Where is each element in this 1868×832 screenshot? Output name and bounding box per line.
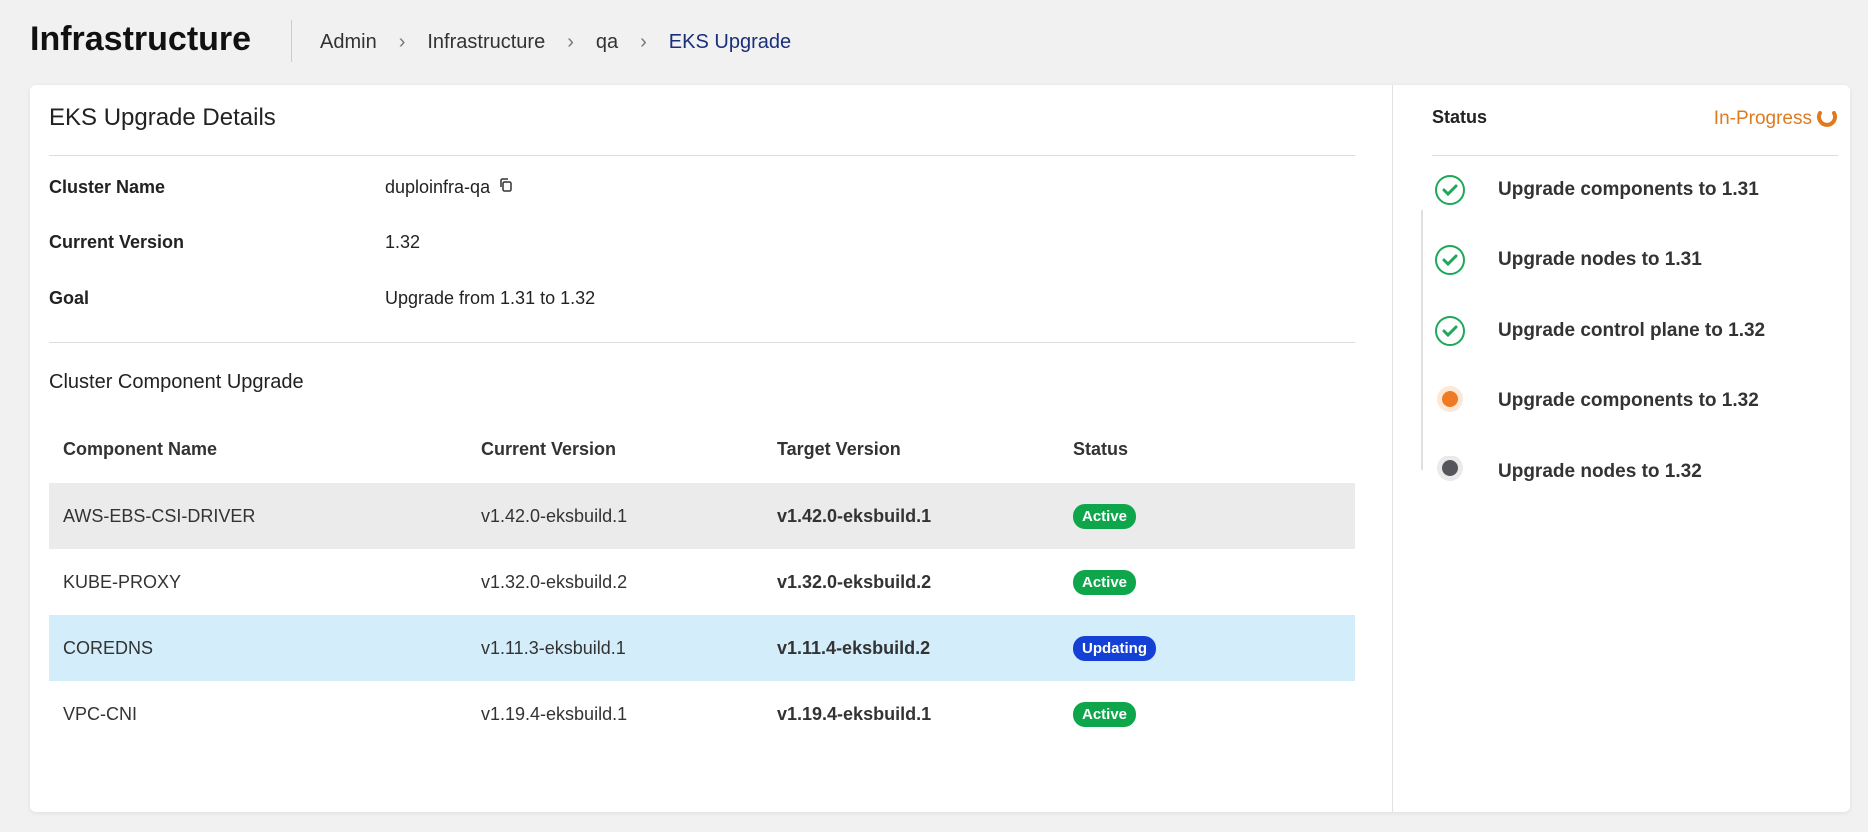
- component-name: VPC-CNI: [49, 681, 467, 747]
- components-table: Component Name Current Version Target Ve…: [49, 415, 1355, 747]
- current-dot-icon: [1432, 383, 1468, 419]
- status-text: In-Progress: [1714, 108, 1812, 130]
- divider: [49, 342, 1355, 343]
- details-title: EKS Upgrade Details: [49, 104, 276, 132]
- step-item: Upgrade nodes to 1.31: [1432, 242, 1702, 278]
- pending-dot-icon: [1432, 454, 1468, 490]
- component-name: AWS-EBS-CSI-DRIVER: [49, 483, 467, 549]
- component-name: KUBE-PROXY: [49, 549, 467, 615]
- breadcrumb-qa[interactable]: qa: [596, 31, 618, 54]
- status-value: In-Progress: [1714, 105, 1838, 133]
- step-item: Upgrade components to 1.32: [1432, 383, 1759, 419]
- col-status: Status: [1059, 415, 1355, 483]
- target-version: v1.19.4-eksbuild.1: [763, 681, 1059, 747]
- breadcrumb: Admin › Infrastructure › qa › EKS Upgrade: [320, 31, 813, 54]
- status-badge: Active: [1073, 570, 1136, 595]
- status-label: Status: [1432, 107, 1487, 128]
- breadcrumb-admin[interactable]: Admin: [320, 31, 377, 54]
- table-row[interactable]: COREDNS v1.11.3-eksbuild.1 v1.11.4-eksbu…: [49, 615, 1355, 681]
- header-divider: [291, 20, 292, 62]
- current-version: v1.32.0-eksbuild.2: [467, 549, 763, 615]
- target-version: v1.42.0-eksbuild.1: [763, 483, 1059, 549]
- check-circle-icon: [1432, 242, 1468, 278]
- current-version-value: 1.32: [385, 232, 420, 253]
- table-row[interactable]: VPC-CNI v1.19.4-eksbuild.1 v1.19.4-eksbu…: [49, 681, 1355, 747]
- status-badge: Active: [1073, 702, 1136, 727]
- step-item: Upgrade control plane to 1.32: [1432, 313, 1765, 349]
- check-circle-icon: [1432, 172, 1468, 208]
- step-label: Upgrade control plane to 1.32: [1498, 320, 1765, 342]
- step-item: Upgrade nodes to 1.32: [1432, 454, 1702, 490]
- goal-label: Goal: [49, 288, 89, 309]
- spinner-icon: [1816, 105, 1838, 133]
- status-badge: Updating: [1073, 636, 1156, 661]
- step-label: Upgrade components to 1.32: [1498, 390, 1759, 412]
- col-component-name: Component Name: [49, 415, 467, 483]
- step-label: Upgrade nodes to 1.32: [1498, 461, 1702, 483]
- components-title: Cluster Component Upgrade: [49, 371, 304, 394]
- chevron-right-icon: ›: [567, 31, 574, 54]
- status-badge: Active: [1073, 504, 1136, 529]
- cluster-name-label: Cluster Name: [49, 177, 165, 198]
- target-version: v1.32.0-eksbuild.2: [763, 549, 1059, 615]
- component-name: COREDNS: [49, 615, 467, 681]
- check-circle-icon: [1432, 313, 1468, 349]
- divider: [1432, 155, 1838, 156]
- divider: [49, 155, 1355, 156]
- col-current-version: Current Version: [467, 415, 763, 483]
- chevron-right-icon: ›: [399, 31, 406, 54]
- chevron-right-icon: ›: [640, 31, 647, 54]
- current-version: v1.11.3-eksbuild.1: [467, 615, 763, 681]
- table-row[interactable]: AWS-EBS-CSI-DRIVER v1.42.0-eksbuild.1 v1…: [49, 483, 1355, 549]
- timeline-line: [1421, 210, 1423, 470]
- goal-value: Upgrade from 1.31 to 1.32: [385, 288, 595, 309]
- col-target-version: Target Version: [763, 415, 1059, 483]
- step-label: Upgrade nodes to 1.31: [1498, 249, 1702, 271]
- step-label: Upgrade components to 1.31: [1498, 179, 1759, 201]
- current-version: v1.42.0-eksbuild.1: [467, 483, 763, 549]
- current-version-label: Current Version: [49, 232, 184, 253]
- table-row[interactable]: KUBE-PROXY v1.32.0-eksbuild.2 v1.32.0-ek…: [49, 549, 1355, 615]
- details-panel: EKS Upgrade Details Cluster Name duploin…: [30, 85, 1393, 812]
- breadcrumb-current: EKS Upgrade: [669, 31, 791, 54]
- step-item: Upgrade components to 1.31: [1432, 172, 1759, 208]
- breadcrumb-infrastructure[interactable]: Infrastructure: [427, 31, 545, 54]
- cluster-name-text: duploinfra-qa: [385, 177, 490, 198]
- target-version: v1.11.4-eksbuild.2: [763, 615, 1059, 681]
- page-title: Infrastructure: [30, 20, 251, 59]
- copy-icon[interactable]: [498, 177, 514, 198]
- current-version: v1.19.4-eksbuild.1: [467, 681, 763, 747]
- cluster-name-value: duploinfra-qa: [385, 177, 514, 198]
